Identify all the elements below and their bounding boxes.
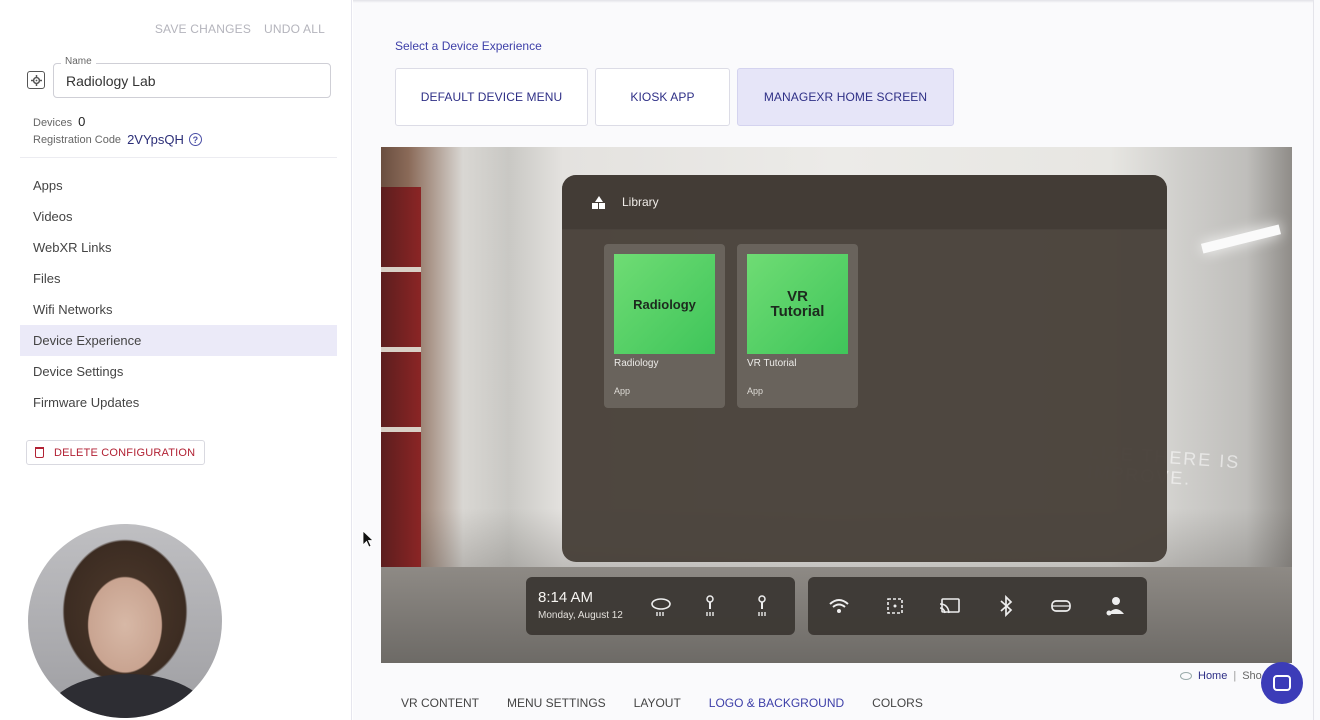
app-type: App bbox=[747, 386, 764, 396]
name-value: Radiology Lab bbox=[66, 73, 156, 89]
delete-configuration-button[interactable]: DELETE CONFIGURATION bbox=[26, 440, 206, 465]
library-panel: Library Radiology Radiology App VR Tutori… bbox=[562, 175, 1167, 562]
library-icon bbox=[592, 195, 606, 209]
name-label: Name bbox=[61, 56, 96, 67]
library-header: Library bbox=[562, 175, 1167, 230]
delete-configuration-label: DELETE CONFIGURATION bbox=[54, 446, 196, 459]
sidebar-item-files[interactable]: Files bbox=[20, 263, 337, 294]
name-field[interactable]: Radiology Lab bbox=[53, 63, 331, 98]
undo-all-button[interactable]: UNDO ALL bbox=[264, 22, 325, 36]
sidebar-item-webxr-links[interactable]: WebXR Links bbox=[20, 232, 337, 263]
default-device-menu-button[interactable]: DEFAULT DEVICE MENU bbox=[395, 68, 588, 126]
footer-separator: | bbox=[1233, 670, 1237, 682]
devices-info: Devices 0 bbox=[33, 114, 85, 129]
tab-vr-content[interactable]: VR CONTENT bbox=[401, 696, 479, 710]
shelf bbox=[381, 347, 421, 352]
webcam-avatar bbox=[28, 524, 222, 718]
tab-colors[interactable]: COLORS bbox=[872, 696, 923, 710]
top-shadow bbox=[353, 0, 1313, 3]
bluetooth-icon[interactable] bbox=[994, 593, 1018, 619]
shelf bbox=[381, 267, 421, 272]
right-border bbox=[1313, 0, 1314, 720]
top-actions: SAVE CHANGES UNDO ALL bbox=[155, 22, 325, 36]
app-thumbnail: VR Tutorial bbox=[747, 254, 848, 354]
registration-code: 2VYpsQH bbox=[127, 132, 184, 147]
preview-footer: Home | Sho bbox=[1180, 670, 1262, 682]
vr-headset-icon[interactable] bbox=[1049, 593, 1073, 619]
user-settings-icon[interactable] bbox=[1103, 593, 1127, 619]
app-card-vr-tutorial[interactable]: VR Tutorial VR Tutorial App bbox=[737, 244, 858, 408]
left-controller-icon[interactable] bbox=[701, 593, 725, 619]
right-controller-icon[interactable] bbox=[753, 593, 777, 619]
help-icon[interactable]: ? bbox=[188, 133, 202, 146]
vr-preview: LIZE THERE IS IMPROVE. Library Radiology… bbox=[381, 147, 1292, 663]
sidebar-item-device-settings[interactable]: Device Settings bbox=[20, 356, 337, 387]
taskbar-settings-panel bbox=[808, 577, 1147, 635]
avatar-shirt bbox=[48, 674, 208, 718]
sidebar-item-videos[interactable]: Videos bbox=[20, 201, 337, 232]
tab-layout[interactable]: LAYOUT bbox=[634, 696, 681, 710]
home-link[interactable]: Home bbox=[1198, 670, 1227, 682]
sidebar-item-firmware-updates[interactable]: Firmware Updates bbox=[20, 387, 337, 418]
chat-button[interactable] bbox=[1261, 662, 1303, 704]
sidebar-item-apps[interactable]: Apps bbox=[20, 170, 337, 201]
tab-menu-settings[interactable]: MENU SETTINGS bbox=[507, 696, 606, 710]
library-title: Library bbox=[622, 195, 659, 209]
select-experience-label: Select a Device Experience bbox=[395, 39, 542, 53]
main-panel: Select a Device Experience DEFAULT DEVIC… bbox=[353, 0, 1320, 720]
boundary-icon[interactable] bbox=[883, 593, 907, 619]
clock-date: Monday, August 12 bbox=[538, 610, 623, 621]
sidebar-item-wifi-networks[interactable]: Wifi Networks bbox=[20, 294, 337, 325]
managexr-home-screen-button[interactable]: MANAGEXR HOME SCREEN bbox=[737, 68, 954, 126]
save-changes-button[interactable]: SAVE CHANGES bbox=[155, 22, 251, 36]
trash-icon bbox=[35, 447, 44, 458]
sidebar-nav: Apps Videos WebXR Links Files Wifi Netwo… bbox=[20, 170, 337, 418]
cast-icon[interactable] bbox=[938, 593, 962, 619]
app-thumbnail: Radiology bbox=[614, 254, 715, 354]
ceiling-light bbox=[1200, 224, 1282, 254]
headset-icon[interactable] bbox=[649, 593, 673, 619]
app-name: Radiology bbox=[614, 358, 659, 369]
sidebar-item-device-experience[interactable]: Device Experience bbox=[20, 325, 337, 356]
red-wall bbox=[381, 187, 421, 567]
mouse-cursor-icon bbox=[362, 530, 375, 553]
app-type: App bbox=[614, 386, 631, 396]
show-link[interactable]: Sho bbox=[1242, 670, 1262, 682]
registration-info: Registration Code 2VYpsQH ? bbox=[33, 132, 202, 147]
app-card-radiology[interactable]: Radiology Radiology App bbox=[604, 244, 725, 408]
kiosk-app-button[interactable]: KIOSK APP bbox=[595, 68, 730, 126]
shelf bbox=[381, 427, 421, 432]
divider bbox=[20, 157, 337, 158]
devices-count: 0 bbox=[78, 114, 86, 129]
app-name: VR Tutorial bbox=[747, 358, 797, 369]
gear-icon[interactable] bbox=[27, 71, 45, 89]
devices-label: Devices bbox=[33, 117, 73, 129]
settings-tabs: VR CONTENT MENU SETTINGS LAYOUT LOGO & B… bbox=[401, 696, 923, 710]
wifi-icon[interactable] bbox=[827, 593, 851, 619]
sidebar: SAVE CHANGES UNDO ALL Radiology Lab Name… bbox=[0, 0, 352, 720]
chat-icon bbox=[1273, 675, 1291, 691]
registration-label: Registration Code bbox=[33, 133, 122, 146]
clock-time: 8:14 AM bbox=[538, 589, 594, 606]
tab-logo-background[interactable]: LOGO & BACKGROUND bbox=[709, 696, 844, 710]
taskbar-clock-panel: 8:14 AM Monday, August 12 bbox=[526, 577, 795, 635]
eye-icon bbox=[1180, 672, 1192, 680]
